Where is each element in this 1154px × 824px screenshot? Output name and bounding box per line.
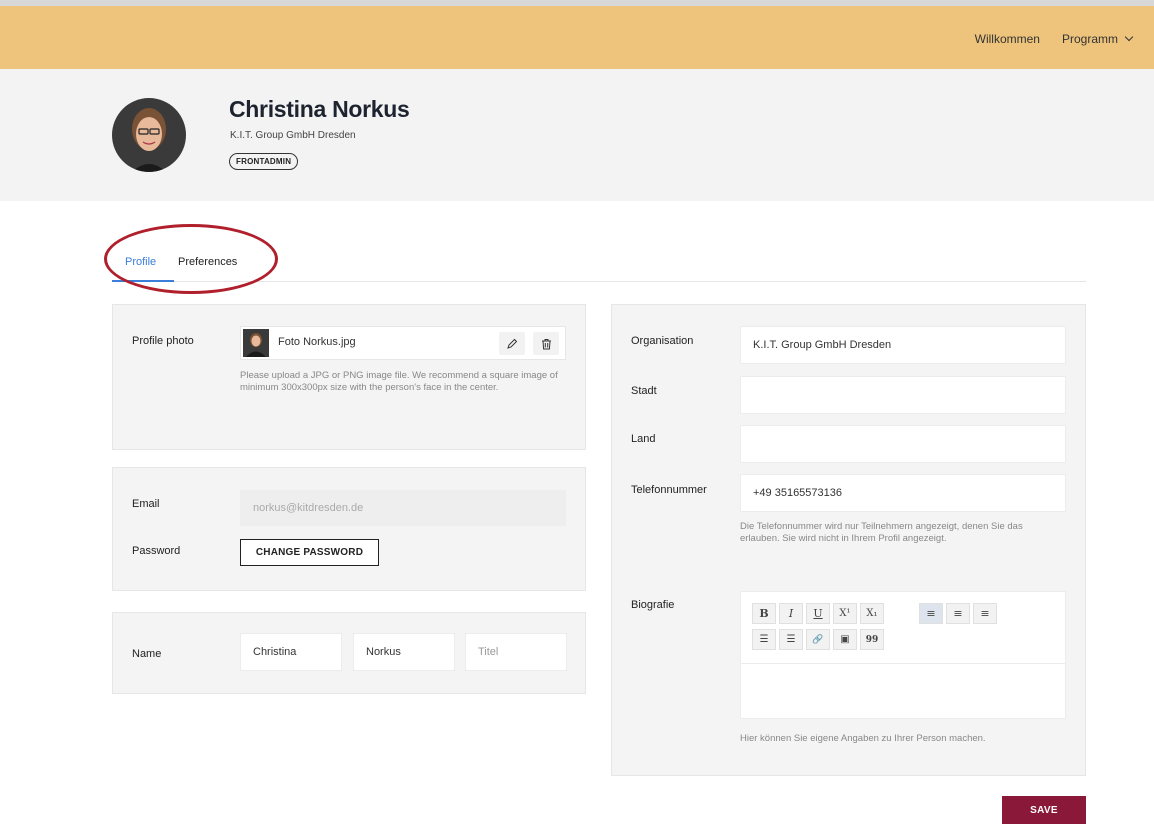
biography-help-text: Hier können Sie eigene Angaben zu Ihrer … <box>740 733 986 744</box>
chevron-down-icon <box>1124 32 1134 42</box>
unordered-list-button[interactable]: ☰ <box>779 629 803 650</box>
last-name-field[interactable]: Norkus <box>353 633 455 671</box>
profile-header: Christina Norkus K.I.T. Group GmbH Dresd… <box>0 69 1154 201</box>
phone-field[interactable]: +49 35165573136 <box>740 474 1066 512</box>
edit-photo-button[interactable] <box>499 332 525 355</box>
image-button[interactable]: ▣ <box>833 629 857 650</box>
profile-photo-panel: Profile photo Foto Norkus.jpg Please upl… <box>112 304 586 450</box>
link-button[interactable]: 🔗 <box>806 629 830 650</box>
pencil-icon <box>507 338 518 349</box>
delete-photo-button[interactable] <box>533 332 559 355</box>
save-button[interactable]: SAVE <box>1002 796 1086 824</box>
active-tab-indicator <box>112 280 174 282</box>
trash-icon <box>541 338 551 349</box>
editor-toolbar: B I U X¹ X₁ ≡ ≡ ≡ ☰ ☰ 🔗 ▣ 99 <box>740 591 1066 663</box>
align-center-button[interactable]: ≡ <box>946 603 970 624</box>
quote-button[interactable]: 99 <box>860 629 884 650</box>
avatar-image <box>112 98 186 172</box>
top-nav: Willkommen Programm <box>975 32 1134 46</box>
profile-organisation: K.I.T. Group GmbH Dresden <box>230 130 356 141</box>
tab-preferences[interactable]: Preferences <box>178 256 237 268</box>
photo-help-text: Please upload a JPG or PNG image file. W… <box>240 370 558 393</box>
nav-program-label: Programm <box>1061 32 1118 46</box>
italic-button[interactable]: I <box>779 603 803 624</box>
photo-file-box: Foto Norkus.jpg <box>240 326 566 360</box>
email-label: Email <box>132 498 160 510</box>
ordered-list-button[interactable]: ☰ <box>752 629 776 650</box>
title-field[interactable]: Titel <box>465 633 567 671</box>
nav-program[interactable]: Programm <box>1061 32 1134 46</box>
tab-profile[interactable]: Profile <box>125 256 156 268</box>
superscript-button[interactable]: X¹ <box>833 603 857 624</box>
country-field[interactable] <box>740 425 1066 463</box>
city-label: Stadt <box>631 385 657 397</box>
avatar <box>112 84 186 186</box>
city-field[interactable] <box>740 376 1066 414</box>
first-name-field[interactable]: Christina <box>240 633 342 671</box>
align-left-button[interactable]: ≡ <box>919 603 943 624</box>
change-password-button[interactable]: CHANGE PASSWORD <box>240 539 379 566</box>
align-right-button[interactable]: ≡ <box>973 603 997 624</box>
top-bar: Willkommen Programm <box>0 0 1154 69</box>
organisation-label: Organisation <box>631 335 694 347</box>
tab-bar: Profile Preferences <box>112 240 1086 282</box>
password-label: Password <box>132 545 181 557</box>
biography-editor[interactable] <box>740 663 1066 719</box>
details-panel: Organisation K.I.T. Group GmbH Dresden S… <box>611 304 1086 776</box>
photo-file-name: Foto Norkus.jpg <box>278 336 356 348</box>
profile-name: Christina Norkus <box>229 96 410 122</box>
country-label: Land <box>631 433 656 445</box>
profile-photo-label: Profile photo <box>132 335 194 347</box>
role-badge: FRONTADMIN <box>229 153 299 170</box>
name-panel: Name Christina Norkus Titel <box>112 612 586 694</box>
nav-welcome[interactable]: Willkommen <box>975 32 1040 46</box>
account-panel: Email norkus@kitdresden.de Password CHAN… <box>112 467 586 591</box>
phone-help-text: Die Telefonnummer wird nur Teilnehmern a… <box>740 521 1023 544</box>
phone-label: Telefonnummer <box>631 484 707 496</box>
name-label: Name <box>132 648 162 660</box>
bold-button[interactable]: B <box>752 603 776 624</box>
photo-thumbnail <box>243 329 269 357</box>
email-field: norkus@kitdresden.de <box>240 490 566 526</box>
subscript-button[interactable]: X₁ <box>860 603 884 624</box>
underline-button[interactable]: U <box>806 603 830 624</box>
organisation-field[interactable]: K.I.T. Group GmbH Dresden <box>740 326 1066 364</box>
biography-label: Biografie <box>631 599 675 611</box>
